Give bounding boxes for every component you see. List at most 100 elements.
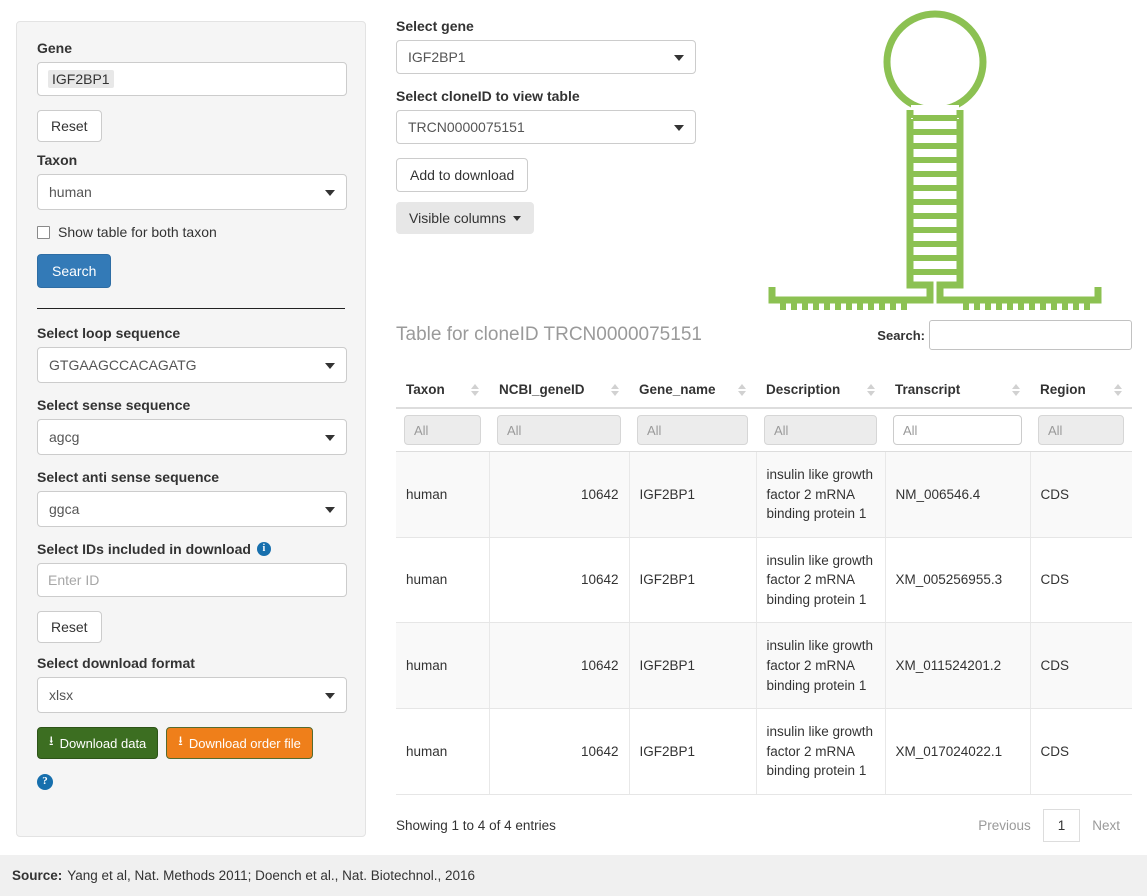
cell-description: insulin like growth factor 2 mRNA bindin… — [756, 451, 886, 538]
ids-label-row: Select IDs included in download i — [37, 541, 345, 557]
sort-arrows-icon[interactable] — [1012, 383, 1020, 396]
column-header-taxon[interactable]: Taxon — [396, 374, 489, 409]
pagination-next[interactable]: Next — [1080, 810, 1132, 841]
table-row[interactable]: human 10642 IGF2BP1 insulin like growth … — [396, 708, 1132, 795]
download-data-button[interactable]: ⭳ Download data — [37, 727, 159, 759]
ids-input[interactable]: Enter ID — [37, 563, 347, 597]
download-format-select[interactable]: xlsx — [37, 677, 347, 713]
chevron-down-icon — [325, 435, 335, 441]
app-page: Gene IGF2BP1 Reset Taxon human Show tabl… — [0, 0, 1147, 896]
cell-ncbi-geneid: 10642 — [489, 536, 630, 624]
loop-sequence-label: Select loop sequence — [37, 325, 181, 341]
column-header-gene-name[interactable]: Gene_name — [629, 374, 756, 409]
loop-sequence-select[interactable]: GTGAAGCCACAGATG — [37, 347, 347, 383]
cell-description: insulin like growth factor 2 mRNA bindin… — [756, 622, 886, 710]
both-taxon-checkbox[interactable] — [37, 225, 50, 239]
cell-transcript: NM_006546.4 — [885, 451, 1031, 538]
column-filter-row: All All All All All All — [396, 408, 1132, 452]
download-order-file-button[interactable]: ⭳ Download order file — [166, 727, 313, 759]
reset-ids-button[interactable]: Reset — [37, 611, 102, 643]
select-gene-dropdown[interactable]: IGF2BP1 — [396, 40, 696, 74]
sense-sequence-label: Select sense sequence — [37, 397, 191, 413]
download-format-value: xlsx — [49, 687, 74, 703]
table-title: Table for cloneID TRCN0000075151 — [396, 324, 702, 345]
cell-taxon: human — [396, 536, 490, 624]
cell-ncbi-geneid: 10642 — [489, 451, 630, 538]
cell-transcript: XM_017024022.1 — [885, 708, 1031, 795]
filter-input-ncbi-geneid[interactable]: All — [497, 415, 621, 445]
both-taxon-checkbox-row[interactable]: Show table for both taxon — [37, 224, 345, 240]
sort-arrows-icon[interactable] — [471, 383, 479, 396]
pagination-previous[interactable]: Previous — [966, 810, 1043, 841]
gene-input[interactable]: IGF2BP1 — [37, 62, 347, 96]
both-taxon-label: Show table for both taxon — [58, 224, 217, 240]
column-header-region[interactable]: Region — [1030, 374, 1132, 409]
table-header-row: Table for cloneID TRCN0000075151 Search: — [396, 320, 1132, 350]
filter-input-gene-name[interactable]: All — [637, 415, 748, 445]
taxon-select[interactable]: human — [37, 174, 347, 210]
antisense-sequence-value: ggca — [49, 501, 80, 517]
cell-region: CDS — [1030, 451, 1132, 538]
download-format-label: Select download format — [37, 655, 195, 671]
download-icon: ⭳ — [49, 733, 54, 748]
filter-input-region[interactable]: All — [1038, 415, 1124, 445]
filter-input-description[interactable]: All — [764, 415, 877, 445]
sort-arrows-icon[interactable] — [867, 383, 875, 396]
loop-sequence-group: Select loop sequence GTGAAGCCACAGATG — [37, 325, 347, 383]
loop-sequence-value: GTGAAGCCACAGATG — [49, 357, 197, 373]
column-header-description[interactable]: Description — [756, 374, 885, 409]
table-search-input[interactable] — [929, 320, 1132, 350]
download-buttons-row: ⭳ Download data ⭳ Download order file — [37, 727, 345, 759]
filter-input-transcript[interactable]: All — [893, 415, 1022, 445]
sort-arrows-icon[interactable] — [738, 383, 746, 396]
table-footer: Showing 1 to 4 of 4 entries Previous 1 N… — [396, 808, 1132, 842]
table-row[interactable]: human 10642 IGF2BP1 insulin like growth … — [396, 622, 1132, 710]
add-to-download-button[interactable]: Add to download — [396, 158, 529, 192]
cell-transcript: XM_005256955.3 — [885, 536, 1031, 624]
source-text: Yang et al, Nat. Methods 2011; Doench et… — [67, 868, 476, 883]
search-button[interactable]: Search — [37, 254, 112, 288]
ids-label: Select IDs included in download — [37, 541, 251, 557]
cell-gene-name: IGF2BP1 — [629, 708, 757, 795]
table-search-group: Search: — [877, 320, 1132, 350]
results-table-section: Table for cloneID TRCN0000075151 Search:… — [396, 320, 1132, 842]
ids-group: Select IDs included in download i Enter … — [37, 541, 347, 597]
sense-sequence-select[interactable]: agcg — [37, 419, 347, 455]
ids-input-placeholder: Enter ID — [48, 572, 100, 588]
table-row[interactable]: human 10642 IGF2BP1 insulin like growth … — [396, 536, 1132, 624]
table-head: Taxon NCBI_geneID Gene_name Description … — [396, 374, 1132, 452]
info-icon[interactable]: i — [256, 542, 271, 556]
pagination: Previous 1 Next — [966, 808, 1132, 842]
reset-gene-button[interactable]: Reset — [37, 110, 102, 142]
taxon-select-value: human — [49, 184, 92, 200]
antisense-sequence-label: Select anti sense sequence — [37, 469, 220, 485]
results-table: Taxon NCBI_geneID Gene_name Description … — [396, 374, 1132, 795]
sidebar-divider — [37, 308, 345, 309]
gene-field-group: Gene IGF2BP1 — [37, 40, 347, 96]
visible-columns-button[interactable]: Visible columns — [396, 202, 535, 234]
gene-label: Gene — [37, 40, 73, 56]
column-label: NCBI_geneID — [499, 382, 585, 397]
table-controls: Select gene IGF2BP1 Select cloneID to vi… — [396, 18, 696, 234]
cell-ncbi-geneid: 10642 — [489, 622, 630, 710]
hairpin-arm-ticks — [780, 300, 1090, 326]
filter-input-taxon[interactable]: All — [404, 415, 481, 445]
column-header-transcript[interactable]: Transcript — [885, 374, 1030, 409]
pagination-page-1[interactable]: 1 — [1042, 808, 1081, 842]
select-clone-dropdown[interactable]: TRCN0000075151 — [396, 110, 696, 144]
chevron-down-icon — [325, 190, 335, 196]
hairpin-svg — [768, 10, 1102, 326]
column-header-ncbi-geneid[interactable]: NCBI_geneID — [489, 374, 629, 409]
sort-arrows-icon[interactable] — [1114, 383, 1122, 396]
sense-sequence-group: Select sense sequence agcg — [37, 397, 347, 455]
table-row[interactable]: human 10642 IGF2BP1 insulin like growth … — [396, 451, 1132, 538]
antisense-sequence-select[interactable]: ggca — [37, 491, 347, 527]
select-gene-label: Select gene — [396, 18, 474, 34]
column-label: Transcript — [895, 382, 961, 397]
antisense-sequence-group: Select anti sense sequence ggca — [37, 469, 347, 527]
help-icon[interactable]: ? — [37, 773, 53, 790]
filter-cell-ncbi-geneid: All — [489, 408, 629, 452]
sort-arrows-icon[interactable] — [611, 383, 619, 396]
cell-transcript: XM_011524201.2 — [885, 622, 1031, 710]
visible-columns-label: Visible columns — [409, 210, 507, 226]
